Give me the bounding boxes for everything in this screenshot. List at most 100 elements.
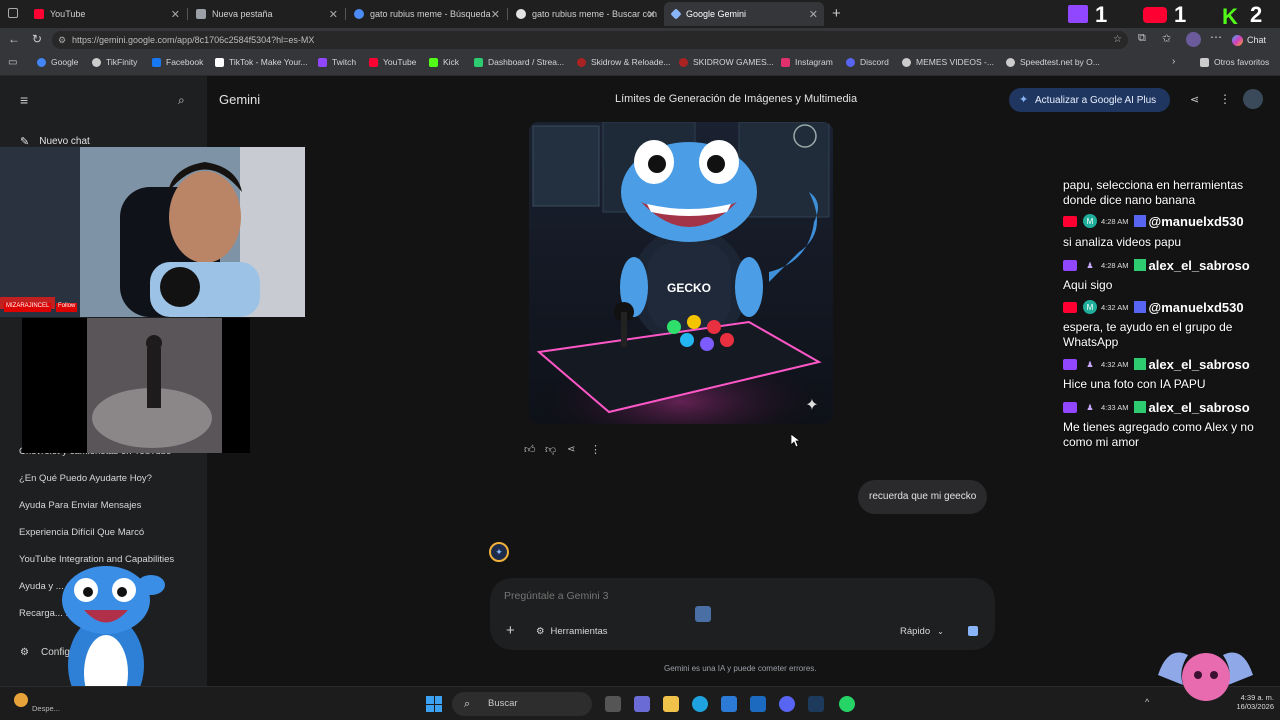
extensions-icon[interactable]: ⧉ (1138, 32, 1146, 45)
gear-icon: ⚙ (20, 647, 29, 658)
twitch-icon (1063, 259, 1077, 271)
close-icon[interactable]: ✕ (329, 8, 338, 21)
more-icon[interactable]: ⋯ (1210, 30, 1222, 44)
kick-icon: K (1222, 4, 1238, 29)
translate-icon[interactable] (695, 606, 711, 622)
skull-icon (577, 57, 586, 67)
store-icon[interactable] (721, 696, 737, 712)
discord-icon[interactable] (779, 696, 795, 712)
bookmark-speedtest[interactable]: Speedtest.net by O... (1006, 57, 1100, 67)
bookmark-youtube[interactable]: YouTube (369, 57, 416, 67)
thumbs-up-icon[interactable]: 👍︎ (524, 443, 536, 456)
steam-icon[interactable] (808, 696, 824, 712)
gemini-brand[interactable]: Gemini (219, 92, 260, 107)
clock-date: 16/03/2026 (1236, 702, 1274, 711)
edge-icon[interactable] (692, 696, 708, 712)
copilot-chat-button[interactable]: Chat (1232, 32, 1266, 48)
bookmark-twitch[interactable]: Twitch (318, 57, 356, 67)
tab-label: Google Gemini (686, 9, 747, 19)
close-icon[interactable]: ✕ (809, 8, 818, 21)
generated-image[interactable]: GECKO ✦ (529, 122, 833, 424)
bookmark-label: TikFinity (106, 57, 138, 67)
new-tab-button[interactable]: + (832, 5, 841, 22)
windows-start-icon[interactable] (426, 696, 442, 712)
widgets-icon[interactable] (634, 696, 650, 712)
task-view-icon[interactable] (605, 696, 621, 712)
tab-label: gato rubius meme - Búsqueda (370, 9, 491, 19)
bookmark-facebook[interactable]: Facebook (152, 57, 203, 67)
share-icon[interactable]: ⋖ (1190, 93, 1199, 106)
mouse-cursor (791, 434, 801, 448)
sidebar-item-mensajes[interactable]: Ayuda Para Enviar Mensajes (19, 500, 141, 511)
weather-icon[interactable] (14, 693, 28, 707)
mail-icon[interactable] (750, 696, 766, 712)
close-icon[interactable]: ✕ (171, 8, 180, 21)
user-icon: ♟ (1086, 402, 1094, 412)
bookmark-instagram[interactable]: Instagram (781, 57, 833, 67)
chevron-up-icon[interactable]: ^ (1145, 697, 1149, 707)
discord-icon (846, 57, 855, 67)
prompt-input[interactable] (504, 590, 804, 602)
sidebar-item-ayudarte[interactable]: ¿En Qué Puedo Ayudarte Hoy? (19, 473, 152, 484)
dashboard-icon (474, 57, 483, 67)
twitch-icon (1063, 358, 1077, 370)
tab-new[interactable]: Nueva pestaña ✕ (188, 2, 344, 26)
mode-label: Rápido (900, 626, 931, 637)
bookmark-discord[interactable]: Discord (846, 57, 889, 67)
account-avatar[interactable] (1243, 89, 1263, 109)
mode-dropdown[interactable]: Rápido ⌄ (900, 626, 944, 637)
url-text: https://gemini.google.com/app/8c1706c258… (72, 35, 315, 45)
tab-search[interactable]: gato rubius meme - Búsqueda ✕ (346, 2, 506, 26)
twitch-icon (318, 57, 327, 67)
bookmark-memes[interactable]: MEMES VIDEOS -... (902, 57, 994, 67)
chat-message: papu, selecciona en herramientas donde d… (1063, 178, 1244, 207)
bookmark-dashboard[interactable]: Dashboard / Strea... (474, 57, 564, 67)
menu-icon[interactable]: ≡ (20, 92, 28, 108)
profile-avatar[interactable] (1186, 32, 1201, 47)
more-vert-icon[interactable]: ⋮ (590, 443, 601, 456)
apps-icon[interactable]: ▭ (8, 57, 17, 68)
tab-google-search[interactable]: gato rubius meme - Buscar con G... ✕ (508, 2, 662, 26)
bookmark-skidrow[interactable]: Skidrow & Reloade... (577, 57, 670, 67)
bookmark-skidrow-games[interactable]: SKIDROW GAMES... (679, 57, 774, 67)
sidebar-item-experiencia[interactable]: Experiencia Difícil Que Marcó (19, 527, 144, 538)
upgrade-button[interactable]: ✦ Actualizar a Google AI Plus (1009, 88, 1170, 112)
search-icon[interactable]: ⌕ (178, 93, 185, 108)
tab-search-icon[interactable] (8, 8, 18, 18)
bookmark-tiktok[interactable]: TikTok - Make Your... (215, 57, 308, 67)
bookmark-label: Discord (860, 57, 889, 67)
file-explorer-icon[interactable] (663, 696, 679, 712)
conversation-title[interactable]: Límites de Generación de Imágenes y Mult… (615, 93, 857, 105)
site-info-icon[interactable]: ⚙ (58, 31, 66, 49)
stop-icon[interactable] (968, 626, 978, 636)
folder-icon (1200, 57, 1209, 67)
youtube-icon (1063, 215, 1077, 227)
tab-label: Nueva pestaña (212, 9, 273, 19)
url-field[interactable]: ⚙ https://gemini.google.com/app/8c1706c2… (52, 31, 1128, 49)
star-icon[interactable]: ☆ (1113, 31, 1122, 49)
chevron-right-icon[interactable]: › (1172, 56, 1175, 67)
taskbar-search[interactable]: ⌕ Buscar (452, 692, 592, 716)
close-icon[interactable]: ✕ (647, 8, 656, 21)
tools-button[interactable]: ⚙ Herramientas (536, 626, 608, 637)
reload-icon[interactable]: ↻ (32, 32, 42, 46)
close-icon[interactable]: ✕ (491, 8, 500, 21)
thumbs-down-icon[interactable]: 👎︎ (545, 443, 556, 456)
back-icon[interactable]: ← (8, 32, 20, 46)
tab-gemini[interactable]: Google Gemini ✕ (664, 2, 824, 26)
share-icon[interactable]: ⋖ (567, 444, 575, 455)
bookmark-google[interactable]: Google (37, 57, 78, 67)
bookmark-other-favorites[interactable]: Otros favoritos (1200, 57, 1269, 67)
bookmark-kick[interactable]: Kick (429, 57, 459, 67)
bookmark-tikfinity[interactable]: TikFinity (92, 57, 137, 67)
avatar: M (1083, 300, 1097, 314)
favorites-icon[interactable]: ✩ (1162, 32, 1171, 45)
whatsapp-icon[interactable] (839, 696, 855, 712)
follow-label: Follow (56, 303, 78, 312)
google-icon (516, 9, 526, 19)
more-vert-icon[interactable]: ⋮ (1219, 92, 1231, 106)
add-icon[interactable]: + (506, 622, 515, 639)
pink-mascot-sticker (1158, 652, 1253, 701)
tab-youtube[interactable]: YouTube ✕ (26, 2, 186, 26)
bookmark-label: Otros favoritos (1214, 57, 1270, 67)
